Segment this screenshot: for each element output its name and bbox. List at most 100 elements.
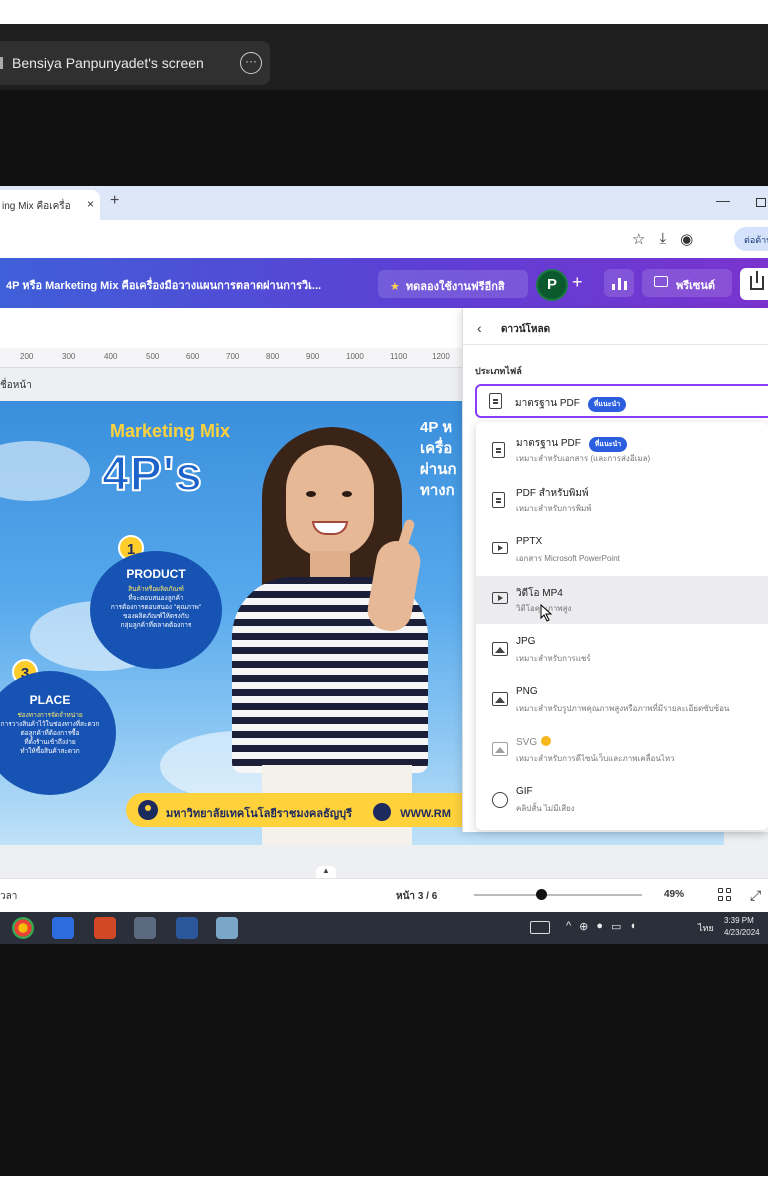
page-indicator[interactable]: หน้า 3 / 6 xyxy=(396,889,437,904)
option-name: JPG xyxy=(516,636,536,647)
place-title: PLACE xyxy=(29,693,71,707)
profile-chip[interactable]: ต่อต้าน xyxy=(734,227,768,251)
speaker-icon[interactable]: ◖ xyxy=(629,920,636,933)
share-button[interactable] xyxy=(740,268,768,300)
tab-close-icon[interactable]: × xyxy=(87,197,94,211)
image-icon xyxy=(492,692,508,706)
option-name: PNG xyxy=(516,686,538,697)
option-name: PPTX xyxy=(516,536,543,547)
heading-line: ทางก xyxy=(420,482,455,499)
file-pdf-icon xyxy=(489,393,502,409)
free-trial-button[interactable]: ★ ทดลองใช้งานฟรีอีกสิ xyxy=(378,270,528,298)
share-indicator-icon xyxy=(0,57,3,69)
avatar[interactable]: P xyxy=(536,269,568,301)
document-title[interactable]: 4P หรือ Marketing Mix คือเครื่องมือวางแผ… xyxy=(6,276,321,294)
poster-4ps[interactable]: 4P's xyxy=(101,447,203,502)
word-icon[interactable] xyxy=(176,917,198,939)
zoom-share-bar: Bensiya Panpunyadet's screen ··· xyxy=(0,24,768,90)
network-icon[interactable]: ⊕ xyxy=(579,920,588,933)
location-pin-icon xyxy=(138,800,158,820)
ellipsis-icon[interactable]: ··· xyxy=(240,52,262,74)
place-line: การวางสินค้าไว้ในช่องทางที่สะดวก xyxy=(0,721,100,728)
file-type-option-png[interactable]: PNG เหมาะสำหรับรูปภาพคุณภาพสูงหรือภาพที่… xyxy=(476,676,768,724)
heading-line: เครื่อ xyxy=(420,440,453,457)
grid-view-icon[interactable] xyxy=(718,888,732,902)
white-margin-bottom xyxy=(0,1176,768,1200)
ruler-tick: 700 xyxy=(226,352,240,361)
ruler-tick: 300 xyxy=(62,352,76,361)
notepad-icon[interactable] xyxy=(216,917,238,939)
download-icon[interactable]: ⤓ xyxy=(659,230,666,248)
bookmark-star-icon[interactable]: ☆ xyxy=(632,230,645,248)
file-type-option-mp4[interactable]: วิดีโอ MP4 วิดีโอคุณภาพสูง xyxy=(476,576,768,624)
ruler-tick: 800 xyxy=(266,352,280,361)
file-type-option-pdf-standard[interactable]: มาตรฐาน PDF ที่แนะนำ เหมาะสำหรับเอกสาร (แ… xyxy=(476,426,768,474)
extension-icon[interactable]: ◉ xyxy=(680,230,693,248)
zoom-app-icon[interactable] xyxy=(52,917,74,939)
file-type-select[interactable]: มาตรฐาน PDF ที่แนะนำ xyxy=(475,384,768,418)
chevron-up-icon[interactable]: ^ xyxy=(566,920,571,933)
poster-title[interactable]: Marketing Mix xyxy=(110,421,230,442)
ruler-tick: 400 xyxy=(104,352,118,361)
product-line: สินค้าหรือผลิตภัณฑ์ xyxy=(128,586,184,593)
fullscreen-icon[interactable]: ⤢ xyxy=(750,887,761,904)
ruler-tick: 600 xyxy=(186,352,200,361)
present-button[interactable]: พรีเซนต์ xyxy=(642,269,732,297)
option-name: มาตรฐาน PDF xyxy=(516,438,581,449)
presentation-icon xyxy=(492,542,508,554)
website-text: WWW.RM xyxy=(400,808,451,820)
file-type-option-pptx[interactable]: PPTX เอกสาร Microsoft PowerPoint xyxy=(476,526,768,574)
editor-footer: วลา หน้า 3 / 6 49% ⤢ xyxy=(0,878,768,912)
chevron-up-icon[interactable]: ▲ xyxy=(316,866,336,878)
option-name: วิดีโอ MP4 xyxy=(516,588,563,599)
zoom-slider-handle[interactable] xyxy=(536,889,547,900)
option-desc: เหมาะสำหรับการดีไซน์เว็บและภาพเคลื่อนไหว xyxy=(516,754,675,763)
windows-taskbar: ^ ⊕ ● ▭ ◖ ไทย 3:39 PM 4/23/2024 xyxy=(0,912,768,944)
page-title[interactable]: ชื่อหน้า xyxy=(0,378,32,393)
option-desc: เหมาะสำหรับเอกสาร (และการส่งอีเมล) xyxy=(516,454,651,463)
browser-tab[interactable]: ing Mix คือเครื่อ × xyxy=(0,190,100,220)
present-icon xyxy=(654,276,668,287)
poster-heading[interactable]: 4P ห เครื่อ ผ่านก ทางก xyxy=(420,417,457,501)
option-name: PDF สำหรับพิมพ์ xyxy=(516,488,589,499)
option-desc: เหมาะสำหรับการแชร์ xyxy=(516,654,591,663)
file-print-icon xyxy=(492,492,505,508)
insights-button[interactable] xyxy=(604,269,634,297)
back-chevron-icon[interactable]: ‹ xyxy=(477,320,482,336)
zoom-slider[interactable] xyxy=(474,889,642,900)
photos-icon[interactable] xyxy=(134,917,156,939)
powerpoint-icon[interactable] xyxy=(94,917,116,939)
monitor-icon[interactable]: ▭ xyxy=(611,920,621,933)
chrome-icon[interactable] xyxy=(12,917,34,939)
place-bubble[interactable]: PLACE ช่องทางการจัดจำหน่าย การวางสินค้าไ… xyxy=(0,671,116,795)
product-line: กลุ่มลูกค้าที่ตลาดต้องการ xyxy=(120,622,192,629)
add-collaborator-icon[interactable]: + xyxy=(572,272,583,293)
file-type-option-jpg[interactable]: JPG เหมาะสำหรับการแชร์ xyxy=(476,626,768,674)
product-line: ของผลิตภัณฑ์ให้ตรงกับ xyxy=(123,613,189,620)
zoom-level[interactable]: 49% xyxy=(664,889,684,900)
black-area-bottom xyxy=(0,944,768,1176)
product-bubble[interactable]: PRODUCT สินค้าหรือผลิตภัณฑ์ ที่จะตอบสนอง… xyxy=(90,551,222,669)
file-type-dropdown: มาตรฐาน PDF ที่แนะนำ เหมาะสำหรับเอกสาร (แ… xyxy=(476,422,768,830)
place-line: ทำให้ซื้อสินค้าสะดวก xyxy=(20,748,80,755)
notes-button[interactable]: วลา xyxy=(0,889,17,904)
tab-title: ing Mix คือเครื่อ xyxy=(2,201,71,212)
product-title: PRODUCT xyxy=(126,567,186,581)
file-type-option-gif[interactable]: GIF คลิปสั้น ไม่มีเสียง xyxy=(476,776,768,824)
maximize-icon[interactable] xyxy=(756,198,766,207)
file-type-selected: มาตรฐาน PDF xyxy=(515,398,580,409)
screen-share-pill[interactable]: Bensiya Panpunyadet's screen ··· xyxy=(0,41,270,85)
keyboard-icon[interactable] xyxy=(530,921,550,934)
microphone-icon[interactable]: ● xyxy=(596,920,603,933)
option-desc: เหมาะสำหรับการพิมพ์ xyxy=(516,504,592,513)
file-type-option-svg[interactable]: SVG เหมาะสำหรับการดีไซน์เว็บและภาพเคลื่อ… xyxy=(476,726,768,774)
globe-icon xyxy=(373,803,392,821)
file-type-option-pdf-print[interactable]: PDF สำหรับพิมพ์ เหมาะสำหรับการพิมพ์ xyxy=(476,476,768,524)
clock[interactable]: 3:39 PM 4/23/2024 xyxy=(724,915,760,939)
input-language[interactable]: ไทย xyxy=(698,921,714,935)
new-tab-button[interactable]: + xyxy=(110,192,119,210)
black-area-top xyxy=(0,90,768,186)
minimize-icon[interactable]: — xyxy=(716,192,730,208)
video-icon xyxy=(492,592,508,604)
share-label: Bensiya Panpunyadet's screen xyxy=(12,55,204,71)
